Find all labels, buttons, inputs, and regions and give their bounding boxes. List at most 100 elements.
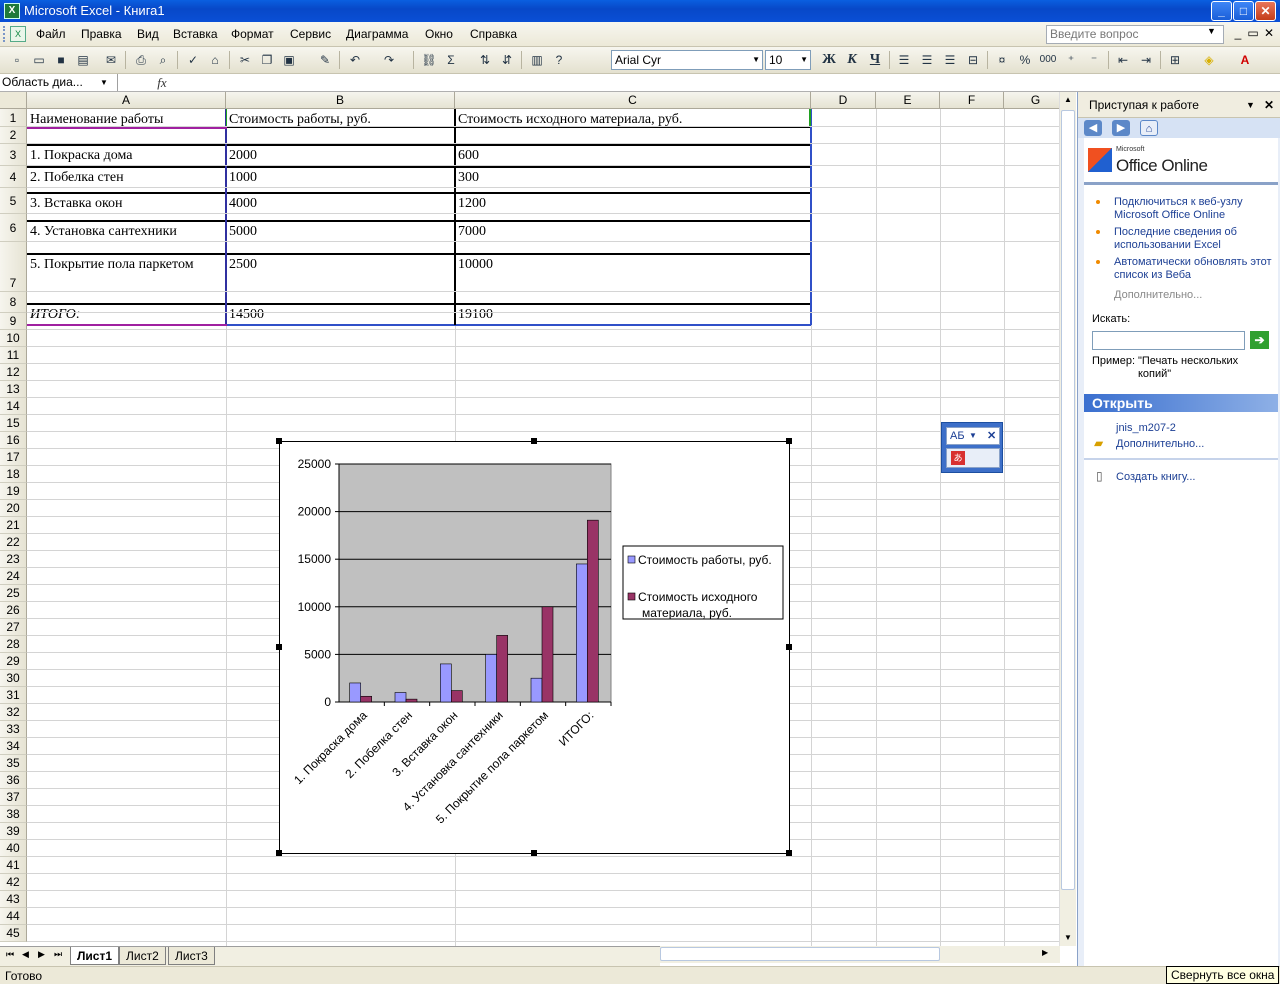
cell-b5[interactable]: 4000 bbox=[226, 196, 257, 212]
maximize-button[interactable]: □ bbox=[1233, 1, 1254, 21]
row-header[interactable]: 9 bbox=[0, 313, 27, 330]
chart-area[interactable]: 0 5000 10000 15000 20000 25000 1. Покраска дом… bbox=[279, 441, 790, 854]
cell-b6[interactable]: 5000 bbox=[226, 224, 257, 240]
column-header-a[interactable]: A bbox=[27, 92, 226, 109]
menu-insert[interactable]: Вставка bbox=[173, 27, 218, 41]
tab-sheet2[interactable]: Лист2 bbox=[119, 947, 166, 965]
tab-sheet1[interactable]: Лист1 bbox=[70, 947, 120, 965]
cell-b4[interactable]: 1000 bbox=[226, 170, 257, 186]
align-left-icon[interactable]: ☰ bbox=[895, 51, 913, 69]
row-header[interactable]: 23 bbox=[0, 551, 27, 568]
row-header[interactable]: 8 bbox=[0, 292, 27, 313]
resize-handle[interactable] bbox=[786, 438, 792, 444]
row-header[interactable]: 25 bbox=[0, 585, 27, 602]
row-header[interactable]: 36 bbox=[0, 772, 27, 789]
close-button[interactable]: ✕ bbox=[1255, 1, 1276, 21]
format-painter-icon[interactable]: ✎ bbox=[316, 51, 334, 69]
link-connect-office-online[interactable]: Подключиться к веб-узлу Microsoft Office… bbox=[1114, 196, 1274, 222]
chevron-down-icon[interactable]: ▼ bbox=[1246, 92, 1255, 118]
home-icon[interactable]: ⌂ bbox=[1140, 120, 1158, 136]
cell-a7[interactable]: 5. Покрытие пола паркетом bbox=[27, 257, 194, 273]
search-input[interactable] bbox=[1092, 331, 1245, 350]
hyperlink-icon[interactable]: ⛓ bbox=[420, 51, 438, 69]
link-latest-news[interactable]: Последние сведения об использовании Exce… bbox=[1114, 226, 1274, 252]
name-box[interactable]: Область диа... ▼ bbox=[0, 74, 118, 91]
cell-c8[interactable]: 19100 bbox=[455, 307, 493, 323]
fx-icon[interactable]: fx bbox=[152, 74, 172, 91]
forward-icon[interactable]: ▶ bbox=[1112, 120, 1130, 136]
minimize-button[interactable]: _ bbox=[1211, 1, 1232, 21]
first-sheet-icon[interactable]: ⏮ bbox=[6, 949, 14, 960]
doc-close-icon[interactable]: ✕ bbox=[1261, 25, 1277, 41]
resize-handle[interactable] bbox=[276, 438, 282, 444]
row-header[interactable]: 19 bbox=[0, 483, 27, 500]
cell-b7[interactable]: 2500 bbox=[226, 257, 257, 273]
cell-b8[interactable]: 14500 bbox=[226, 307, 264, 323]
menu-file[interactable]: Файл bbox=[36, 27, 66, 41]
cell-c5[interactable]: 1200 bbox=[455, 196, 486, 212]
permission-icon[interactable]: ▤ bbox=[74, 51, 92, 69]
underline-button[interactable]: Ч bbox=[866, 51, 884, 69]
cell-c6[interactable]: 7000 bbox=[455, 224, 486, 240]
undo-icon[interactable]: ↶ bbox=[346, 51, 364, 69]
chevron-down-icon[interactable]: ▼ bbox=[100, 74, 108, 91]
italic-button[interactable]: К bbox=[843, 51, 861, 69]
help-search-input[interactable]: Введите вопрос bbox=[1046, 25, 1224, 44]
copy-icon[interactable]: ❐ bbox=[258, 51, 276, 69]
row-header[interactable]: 26 bbox=[0, 602, 27, 619]
scroll-up-icon[interactable]: ▲ bbox=[1060, 92, 1076, 108]
cell-a6[interactable]: 4. Установка сантехники bbox=[27, 224, 177, 240]
row-header[interactable]: 33 bbox=[0, 721, 27, 738]
row-header[interactable]: 24 bbox=[0, 568, 27, 585]
redo-icon[interactable]: ↷ bbox=[380, 51, 398, 69]
last-sheet-icon[interactable]: ⏭ bbox=[54, 949, 62, 960]
row-header[interactable]: 38 bbox=[0, 806, 27, 823]
menu-format[interactable]: Формат bbox=[231, 27, 274, 41]
column-header-g[interactable]: G bbox=[1004, 92, 1059, 109]
row-header[interactable]: 31 bbox=[0, 687, 27, 704]
row-header[interactable]: 42 bbox=[0, 874, 27, 891]
column-header-b[interactable]: B bbox=[226, 92, 455, 109]
row-header[interactable]: 43 bbox=[0, 891, 27, 908]
column-header-d[interactable]: D bbox=[811, 92, 876, 109]
row-header[interactable]: 4 bbox=[0, 166, 27, 188]
row-header[interactable]: 13 bbox=[0, 381, 27, 398]
row-header[interactable]: 27 bbox=[0, 619, 27, 636]
row-header[interactable]: 18 bbox=[0, 466, 27, 483]
sort-asc-icon[interactable]: ⇅ bbox=[476, 51, 494, 69]
row-header[interactable]: 17 bbox=[0, 449, 27, 466]
workbook-icon[interactable]: X bbox=[10, 26, 26, 42]
language-label[interactable]: АБ bbox=[950, 430, 965, 442]
resize-handle[interactable] bbox=[276, 850, 282, 856]
borders-icon[interactable]: ⊞ bbox=[1166, 51, 1184, 69]
row-header[interactable]: 37 bbox=[0, 789, 27, 806]
language-bar-widget[interactable]: АБ ▼ ✕ あ bbox=[941, 422, 1003, 473]
cell-c4[interactable]: 300 bbox=[455, 170, 479, 186]
cell-a3[interactable]: 1. Покраска дома bbox=[27, 148, 132, 164]
row-header[interactable]: 39 bbox=[0, 823, 27, 840]
align-center-icon[interactable]: ☰ bbox=[918, 51, 936, 69]
percent-button[interactable]: % bbox=[1016, 51, 1034, 69]
row-header[interactable]: 21 bbox=[0, 517, 27, 534]
row-header[interactable]: 10 bbox=[0, 330, 27, 347]
save-icon[interactable]: ■ bbox=[52, 51, 70, 69]
link-auto-update[interactable]: Автоматически обновлять этот список из В… bbox=[1114, 256, 1274, 282]
fill-color-icon[interactable]: ◈ bbox=[1200, 51, 1218, 69]
doc-minimize-icon[interactable]: _ bbox=[1230, 25, 1246, 41]
menu-view[interactable]: Вид bbox=[137, 27, 159, 41]
next-sheet-icon[interactable]: ▶ bbox=[38, 949, 45, 960]
chevron-down-icon[interactable]: ▼ bbox=[969, 428, 977, 444]
row-header[interactable]: 3 bbox=[0, 144, 27, 166]
ime-icon[interactable]: あ bbox=[951, 451, 965, 465]
tab-sheet3[interactable]: Лист3 bbox=[168, 947, 215, 965]
help-icon[interactable]: ? bbox=[550, 51, 568, 69]
cell-a8[interactable]: ИТОГО: bbox=[27, 307, 81, 323]
preview-icon[interactable]: ⌕ bbox=[154, 51, 172, 69]
chart-wizard-icon[interactable]: ▥ bbox=[528, 51, 546, 69]
row-header[interactable]: 30 bbox=[0, 670, 27, 687]
menu-window[interactable]: Окно bbox=[425, 27, 453, 41]
close-icon[interactable]: ✕ bbox=[987, 428, 996, 444]
menu-chart[interactable]: Диаграмма bbox=[346, 27, 408, 41]
menu-tools[interactable]: Сервис bbox=[290, 27, 331, 41]
row-header[interactable]: 5 bbox=[0, 188, 27, 214]
